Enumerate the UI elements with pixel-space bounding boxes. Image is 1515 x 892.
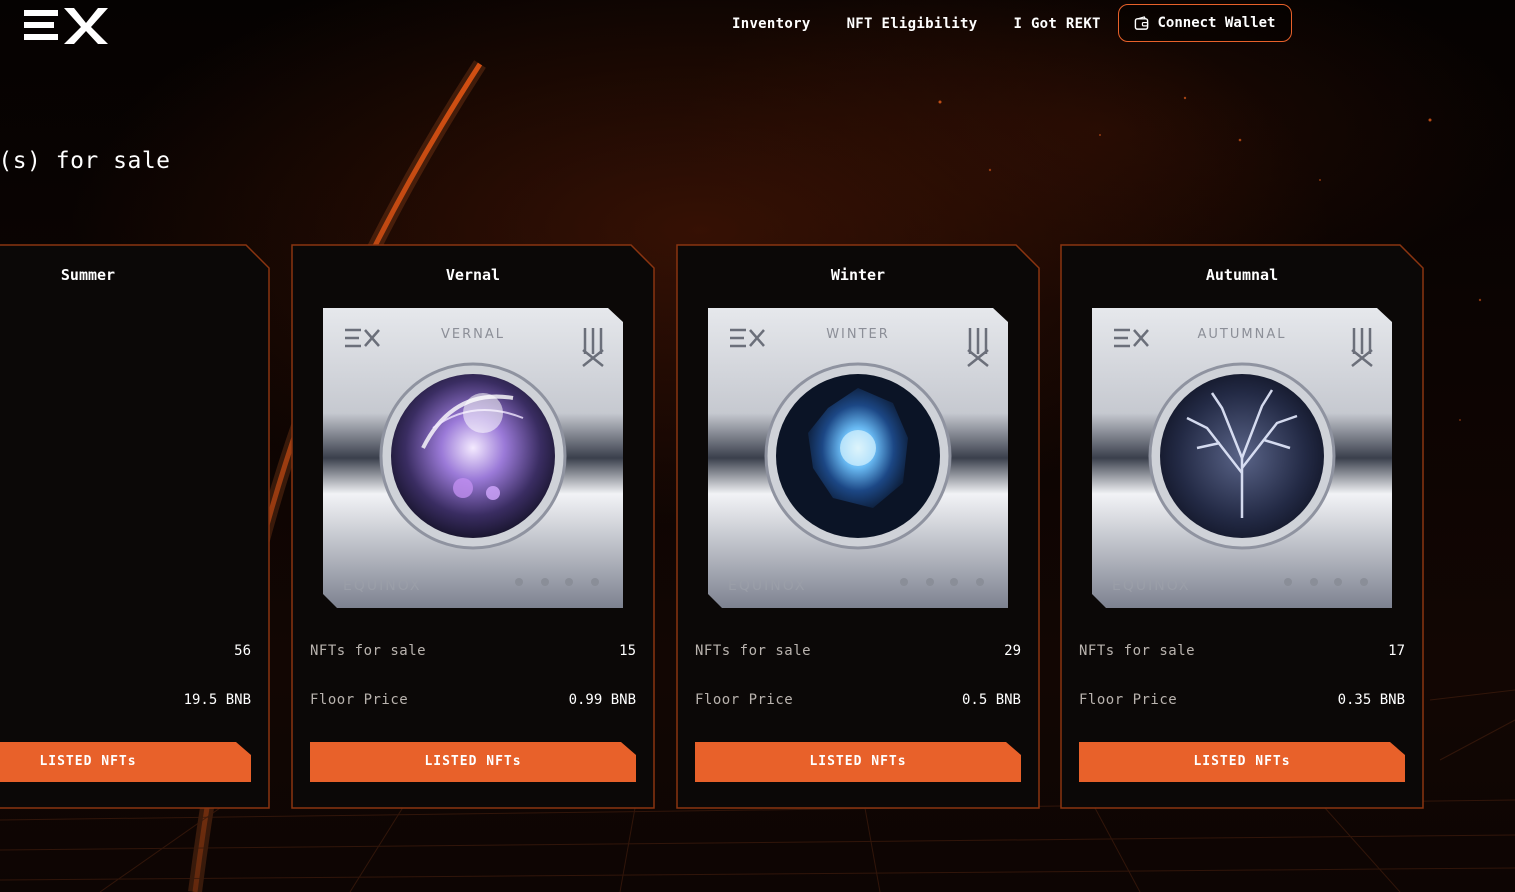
nfts-for-sale-row: NFTs for sale 15 <box>310 643 636 659</box>
floor-price-row: Floor Price 0.99 BNB <box>310 692 636 708</box>
nfts-for-sale-label: NFTs for sale <box>310 643 427 659</box>
floor-price-label: Floor Price <box>695 692 794 708</box>
nfts-for-sale-value: 15 <box>619 643 636 659</box>
collection-card-vernal: Vernal VERNAL EQUINOX NFTs for sale 15 F… <box>291 244 655 809</box>
connect-wallet-button[interactable]: Connect Wallet <box>1118 4 1292 42</box>
card-title[interactable]: Autumnal <box>1060 266 1424 284</box>
listed-nfts-button[interactable]: LISTED NFTs <box>1079 742 1405 782</box>
floor-price-value: 0.5 BNB <box>961 692 1021 708</box>
floor-price-label: Floor Price <box>1079 692 1178 708</box>
nft-image-footer: EQUINOX <box>343 578 421 594</box>
connect-wallet-label: Connect Wallet <box>1157 15 1276 31</box>
nfts-for-sale-row: sale 56 <box>0 643 251 659</box>
nfts-for-sale-value: 29 <box>1004 643 1021 659</box>
page-heading: T(s) for sale <box>0 148 171 174</box>
floor-price-label: Floor Price <box>310 692 409 708</box>
floor-price-value: 19.5 BNB <box>183 692 251 708</box>
floor-price-row: Floor Price 0.5 BNB <box>695 692 1021 708</box>
nav-inventory[interactable]: Inventory <box>732 16 811 32</box>
nfts-for-sale-label: NFTs for sale <box>1079 643 1196 659</box>
nft-image-autumnal[interactable]: AUTUMNAL EQUINOX <box>1092 308 1392 608</box>
nft-image-footer: EQUINOX <box>1112 578 1190 594</box>
nfts-for-sale-value: 17 <box>1388 643 1405 659</box>
collection-card-summer: Summer sale 56 ce 19.5 BNB LISTED NFTs <box>0 244 270 809</box>
floor-price-value: 0.35 BNB <box>1337 692 1405 708</box>
card-frame <box>0 244 270 809</box>
nfts-for-sale-row: NFTs for sale 17 <box>1079 643 1405 659</box>
nft-image-label: VERNAL <box>441 327 505 342</box>
page: Inventory NFT Eligibility I Got REKT Con… <box>0 0 1515 892</box>
card-title[interactable]: Vernal <box>291 266 655 284</box>
collection-card-winter: Winter WINTER EQUINOX NFTs for sale 29 F… <box>676 244 1040 809</box>
floor-price-value: 0.99 BNB <box>568 692 636 708</box>
collection-card-autumnal: Autumnal AUTUMNAL EQUINOX NFTs for sale … <box>1060 244 1424 809</box>
nfts-for-sale-row: NFTs for sale 29 <box>695 643 1021 659</box>
nfts-for-sale-label: NFTs for sale <box>695 643 812 659</box>
nft-image-label: AUTUMNAL <box>1198 327 1287 342</box>
nft-image-footer: EQUINOX <box>728 578 806 594</box>
floor-price-row: ce 19.5 BNB <box>0 692 251 708</box>
listed-nfts-button[interactable]: LISTED NFTs <box>310 742 636 782</box>
floor-price-row: Floor Price 0.35 BNB <box>1079 692 1405 708</box>
listed-nfts-label: LISTED NFTs <box>1193 754 1291 769</box>
wallet-icon <box>1135 15 1149 30</box>
nav-nft-eligibility[interactable]: NFT Eligibility <box>847 16 978 32</box>
card-title[interactable]: Winter <box>676 266 1040 284</box>
nfts-for-sale-value: 56 <box>234 643 251 659</box>
ex-logo[interactable] <box>24 6 108 44</box>
listed-nfts-label: LISTED NFTs <box>809 754 907 769</box>
nft-image-winter[interactable]: WINTER EQUINOX <box>708 308 1008 608</box>
nav-i-got-rekt[interactable]: I Got REKT <box>1014 16 1101 32</box>
listed-nfts-button[interactable]: LISTED NFTs <box>0 742 251 782</box>
top-nav: Inventory NFT Eligibility I Got REKT <box>732 0 1137 48</box>
card-title: Summer <box>60 266 116 284</box>
listed-nfts-label: LISTED NFTs <box>424 754 522 769</box>
nft-image-label: WINTER <box>826 327 890 342</box>
listed-nfts-label: LISTED NFTs <box>39 754 137 769</box>
listed-nfts-button[interactable]: LISTED NFTs <box>695 742 1021 782</box>
nft-image-vernal[interactable]: VERNAL EQUINOX <box>323 308 623 608</box>
